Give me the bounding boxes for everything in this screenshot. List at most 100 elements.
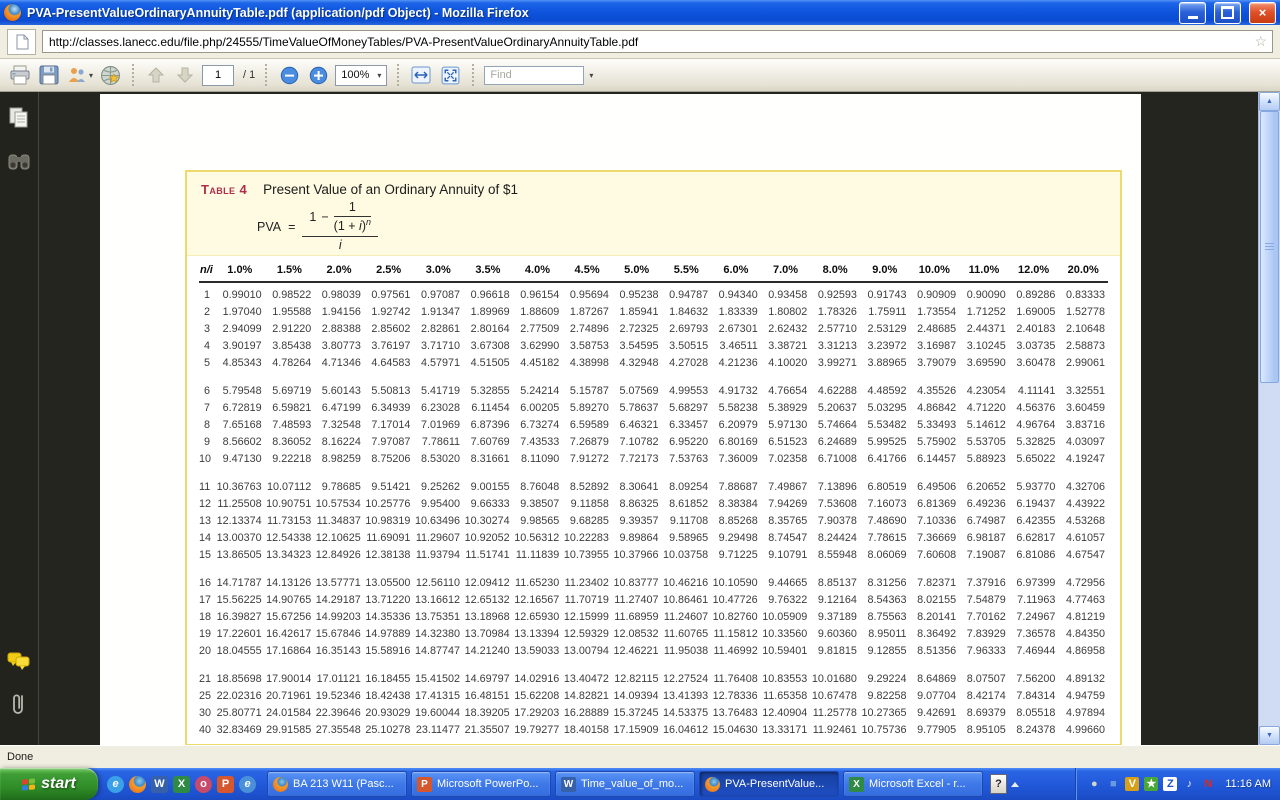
table-cell: 5.78637 bbox=[612, 400, 662, 417]
table-cell: 14.29187 bbox=[314, 592, 364, 609]
zoom-level-select[interactable]: 100% ▾ bbox=[335, 65, 387, 86]
table-cell: 0.94340 bbox=[711, 282, 761, 304]
firefox-icon[interactable] bbox=[129, 776, 146, 793]
table-cell: 4.53268 bbox=[1058, 513, 1108, 530]
table-cell: 7.91272 bbox=[562, 451, 612, 468]
dropdown-arrow-icon: ▾ bbox=[377, 71, 381, 80]
table-cell: 8.98259 bbox=[314, 451, 364, 468]
table-cell: 7.54879 bbox=[959, 592, 1009, 609]
url-input[interactable] bbox=[42, 30, 1273, 53]
table-cell: 9.25262 bbox=[413, 479, 463, 496]
table-cell: 6.24689 bbox=[810, 434, 860, 451]
find-dropdown-arrow-icon[interactable]: ▾ bbox=[589, 71, 593, 80]
zoom-out-button[interactable] bbox=[277, 63, 301, 87]
zoom-in-button[interactable] bbox=[306, 63, 330, 87]
scrollbar-thumb[interactable] bbox=[1260, 111, 1279, 383]
table-cell: 3.80773 bbox=[314, 338, 364, 355]
internet-explorer-icon[interactable]: e bbox=[107, 776, 124, 793]
table-cell: 11.69091 bbox=[364, 530, 414, 547]
search-panel-button[interactable] bbox=[5, 148, 33, 176]
table-cell: 14.32380 bbox=[413, 626, 463, 643]
scroll-down-button[interactable]: ▼ bbox=[1259, 726, 1280, 745]
language-bar-icon[interactable]: ? bbox=[990, 774, 1007, 794]
table-cell: 11.51741 bbox=[463, 547, 513, 564]
table-cell: 4.96764 bbox=[1009, 417, 1059, 434]
tray-green-icon[interactable]: ★ bbox=[1144, 777, 1158, 791]
minimize-button[interactable] bbox=[1179, 2, 1206, 24]
table-cell-n: 5 bbox=[199, 355, 215, 372]
access-key-icon[interactable]: o bbox=[195, 776, 212, 793]
word-icon[interactable]: W bbox=[151, 776, 168, 793]
taskbar-window-button[interactable]: PMicrosoft PowerPo... bbox=[411, 771, 551, 797]
vertical-scrollbar[interactable]: ▲ ▼ bbox=[1258, 92, 1280, 745]
table-cell: 14.21240 bbox=[463, 643, 513, 660]
table-cell: 8.85137 bbox=[810, 575, 860, 592]
page-favicon-button[interactable] bbox=[7, 29, 36, 55]
tray-volume-icon[interactable]: ♪ bbox=[1182, 777, 1196, 791]
table-row: 2118.8569817.9001417.0112116.1845515.415… bbox=[199, 671, 1108, 688]
table-cell-n: 14 bbox=[199, 530, 215, 547]
taskbar-window-button[interactable]: XMicrosoft Excel - r... bbox=[843, 771, 983, 797]
table-cell: 9.12855 bbox=[860, 643, 910, 660]
tray-n-icon[interactable]: N bbox=[1201, 777, 1215, 791]
table-cell-n: 4 bbox=[199, 338, 215, 355]
outlook-icon[interactable]: e bbox=[239, 776, 256, 793]
people-icon bbox=[66, 66, 88, 84]
table-cell: 9.29224 bbox=[860, 671, 910, 688]
tray-shield-icon[interactable]: V bbox=[1125, 777, 1139, 791]
table-cell: 16.42617 bbox=[265, 626, 315, 643]
table-cell: 8.36492 bbox=[910, 626, 960, 643]
table-cell: 6.95220 bbox=[661, 434, 711, 451]
previous-page-button[interactable] bbox=[144, 63, 168, 87]
windows-flag-icon bbox=[22, 778, 35, 790]
attachments-panel-button[interactable] bbox=[5, 691, 33, 719]
fit-page-button[interactable] bbox=[438, 63, 462, 87]
powerpoint-icon[interactable]: P bbox=[217, 776, 234, 793]
fit-width-button[interactable] bbox=[409, 63, 433, 87]
table-cell-n: 1 bbox=[199, 282, 215, 304]
table-cell: 10.98319 bbox=[364, 513, 414, 530]
table-column-header: 2.5% bbox=[364, 261, 414, 282]
tray-z-icon[interactable]: Z bbox=[1163, 777, 1177, 791]
taskbar-window-button[interactable]: WTime_value_of_mo... bbox=[555, 771, 695, 797]
taskbar-expand-chevron-icon[interactable] bbox=[1011, 782, 1019, 787]
table-cell: 7.90378 bbox=[810, 513, 860, 530]
start-button[interactable]: start bbox=[0, 768, 98, 800]
table-cell: 9.38507 bbox=[513, 496, 563, 513]
next-page-button[interactable] bbox=[173, 63, 197, 87]
globe-star-icon bbox=[100, 65, 121, 86]
scroll-up-button[interactable]: ▲ bbox=[1259, 92, 1280, 111]
restore-button[interactable] bbox=[1214, 2, 1241, 24]
comments-panel-button[interactable] bbox=[5, 647, 33, 675]
scrollbar-track[interactable] bbox=[1259, 111, 1280, 726]
collaborate-button[interactable]: ▾ bbox=[66, 63, 93, 87]
taskbar-window-button[interactable]: PVA-PresentValue... bbox=[699, 771, 839, 797]
table-cell: 13.16612 bbox=[413, 592, 463, 609]
table-column-header: 2.0% bbox=[314, 261, 364, 282]
table-cell: 12.08532 bbox=[612, 626, 662, 643]
taskbar-window-button[interactable]: BA 213 W11 (Pasc... bbox=[267, 771, 407, 797]
pages-panel-button[interactable] bbox=[5, 104, 33, 132]
table-cell: 13.34323 bbox=[265, 547, 315, 564]
tray-update-icon[interactable]: ● bbox=[1087, 777, 1101, 791]
table-cell: 8.06069 bbox=[860, 547, 910, 564]
table-cell: 8.76048 bbox=[513, 479, 563, 496]
table-cell: 8.30641 bbox=[612, 479, 662, 496]
table-cell: 16.35143 bbox=[314, 643, 364, 660]
table-cell: 10.07112 bbox=[265, 479, 315, 496]
close-button[interactable]: × bbox=[1249, 2, 1276, 24]
tray-app-icon[interactable]: ■ bbox=[1106, 777, 1120, 791]
table-column-header: 4.0% bbox=[513, 261, 563, 282]
find-input[interactable] bbox=[484, 66, 584, 85]
excel-icon[interactable]: X bbox=[173, 776, 190, 793]
table-cell: 19.60044 bbox=[413, 705, 463, 722]
print-button[interactable] bbox=[8, 63, 32, 87]
table-column-header: 11.0% bbox=[959, 261, 1009, 282]
table-cell: 2.77509 bbox=[513, 321, 563, 338]
table-cell: 13.57771 bbox=[314, 575, 364, 592]
save-button[interactable] bbox=[37, 63, 61, 87]
page-number-input[interactable] bbox=[202, 65, 234, 86]
acrobat-online-button[interactable] bbox=[98, 63, 122, 87]
table-cell: 3.90197 bbox=[215, 338, 265, 355]
bookmark-star-icon[interactable]: ☆ bbox=[1254, 32, 1267, 50]
